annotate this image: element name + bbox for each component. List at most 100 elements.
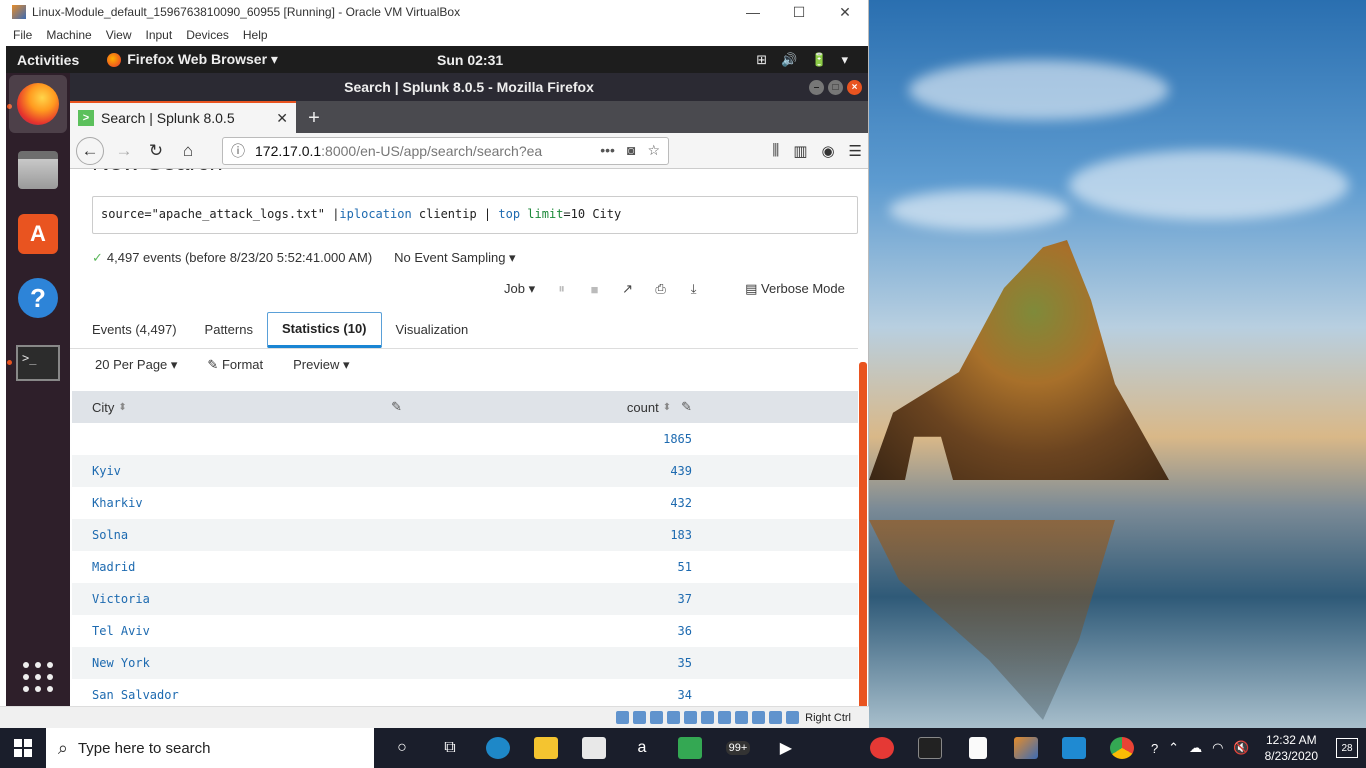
table-row[interactable]: Victoria 37 [72,583,858,615]
display-icon[interactable] [718,711,732,724]
cell-count[interactable]: 35 [402,656,692,670]
table-row[interactable]: New York 35 [72,647,858,679]
tab-visualization[interactable]: Visualization [382,312,483,348]
tab-statistics[interactable]: Statistics (10) [266,311,382,348]
reload-button[interactable]: ↻ [140,137,172,165]
menu-view[interactable]: View [106,28,132,42]
cell-count[interactable]: 183 [402,528,692,542]
cell-city[interactable]: Solna [72,528,402,542]
table-row[interactable]: Kharkiv 432 [72,487,858,519]
edit-column-icon[interactable]: ✎ [391,399,402,415]
tripadvisor-icon[interactable] [666,728,714,768]
sort-icon[interactable]: ⬍ [118,402,126,413]
cell-count[interactable]: 37 [402,592,692,606]
table-row[interactable]: Tel Aviv 36 [72,615,858,647]
clock[interactable]: Sun 02:31 [437,52,503,68]
cell-city[interactable]: Kyiv [72,464,402,478]
account-icon[interactable]: ◉ [821,142,834,160]
dock-software[interactable]: A [16,212,60,256]
ff-maximize-button[interactable]: □ [828,79,843,95]
document-icon[interactable] [954,728,1002,768]
vertical-scrollbar[interactable] [859,362,867,706]
cell-city[interactable]: Madrid [72,560,402,574]
dock-terminal[interactable]: >_ [16,341,60,385]
page-actions-icon[interactable]: ••• [600,142,615,159]
menu-input[interactable]: Input [146,28,173,42]
hamburger-menu-icon[interactable]: ☰ [849,142,862,160]
tab-patterns[interactable]: Patterns [191,312,267,348]
cell-city[interactable]: Victoria [72,592,402,606]
chrome-icon[interactable] [1098,728,1146,768]
wifi-icon[interactable]: ◠ [1212,740,1223,756]
shared-folder-icon[interactable] [701,711,715,724]
events-count[interactable]: 4,497 events (before 8/23/20 5:52:41.000… [107,250,372,266]
home-button[interactable]: ⌂ [172,137,204,165]
table-row[interactable]: 1865 [72,423,858,455]
minimize-button[interactable]: — [730,4,776,21]
virtualbox-taskbar-icon[interactable] [1002,728,1050,768]
per-page-dropdown[interactable]: 20 Per Page ▾ [95,357,177,373]
site-info-icon[interactable]: ⓘ [231,141,245,161]
export-icon[interactable]: ⤓ [677,281,710,297]
library-icon[interactable]: ⫼ [772,142,779,160]
print-icon[interactable]: ⎙ [644,281,677,297]
cell-city[interactable]: San Salvador [72,688,402,702]
edit-column-icon[interactable]: ✎ [681,399,692,415]
mouse-integration-icon[interactable] [769,711,783,724]
cell-count[interactable]: 51 [402,560,692,574]
keyboard-capture-icon[interactable] [786,711,800,724]
column-count[interactable]: count ⬍ ✎ [402,399,692,415]
ff-minimize-button[interactable]: – [809,79,824,95]
mute-icon[interactable]: 🔇 [1233,740,1249,756]
usb-icon[interactable] [684,711,698,724]
taskbar-clock[interactable]: 12:32 AM 8/23/2020 [1265,732,1318,764]
close-tab-icon[interactable]: ✕ [276,110,288,127]
network-icon[interactable]: ⊞ [756,52,767,68]
menu-devices[interactable]: Devices [186,28,229,42]
forward-button[interactable]: → [108,137,140,165]
mail-icon[interactable]: 99+ [714,728,762,768]
app-red-icon[interactable] [858,728,906,768]
app-menu[interactable]: Firefox Web Browser ▾ [107,51,278,68]
help-tray-icon[interactable]: ? [1151,741,1158,756]
cell-city[interactable]: Tel Aviv [72,624,402,638]
tab-events[interactable]: Events (4,497) [70,312,191,348]
menu-file[interactable]: File [13,28,32,42]
ff-close-button[interactable]: × [847,79,862,95]
table-row[interactable]: Madrid 51 [72,551,858,583]
battery-icon[interactable]: 🔋 [811,52,827,68]
cell-count[interactable]: 432 [402,496,692,510]
recording-icon[interactable] [735,711,749,724]
start-button[interactable] [0,728,46,768]
dock-firefox[interactable] [9,75,67,133]
cell-count[interactable]: 439 [402,464,692,478]
notification-center-icon[interactable]: 28 [1336,738,1358,758]
table-row[interactable]: San Salvador 34 [72,679,858,706]
task-view-icon[interactable]: ⧉ [426,728,474,768]
cortana-icon[interactable]: ○ [378,728,426,768]
menu-machine[interactable]: Machine [46,28,91,42]
event-sampling-dropdown[interactable]: No Event Sampling ▾ [394,250,515,266]
column-city[interactable]: City ⬍ ✎ [72,399,402,415]
audio-icon[interactable] [650,711,664,724]
file-explorer-icon[interactable] [522,728,570,768]
stop-icon[interactable]: ■ [578,282,611,297]
format-button[interactable]: ✎ Format [207,357,263,373]
cell-count[interactable]: 34 [402,688,692,702]
menu-help[interactable]: Help [243,28,268,42]
preview-dropdown[interactable]: Preview ▾ [293,357,349,373]
cell-city[interactable]: Kharkiv [72,496,402,510]
cell-city[interactable]: New York [72,656,402,670]
maximize-button[interactable]: ☐ [776,4,822,21]
table-row[interactable]: Kyiv 439 [72,455,858,487]
new-tab-button[interactable]: + [296,103,332,133]
show-applications-button[interactable] [16,655,60,699]
url-bar[interactable]: ⓘ 172.17.0.1:8000/en-US/app/search/searc… [222,136,669,165]
taskbar-search[interactable]: ⌕ Type here to search [45,728,374,768]
onedrive-icon[interactable]: ☁ [1189,740,1202,756]
hdd-icon[interactable] [616,711,630,724]
store-icon[interactable] [570,728,618,768]
pocket-icon[interactable]: ◙ [627,142,635,159]
blank-icon[interactable] [810,728,858,768]
dock-files[interactable] [16,148,60,192]
